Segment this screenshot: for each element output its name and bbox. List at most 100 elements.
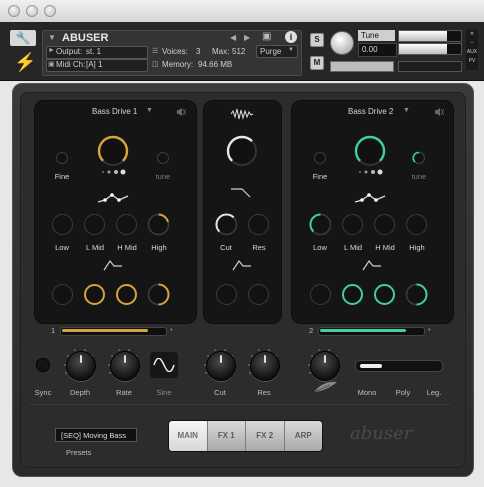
- presets-label: Presets: [66, 448, 92, 457]
- mono-label[interactable]: Mono: [358, 388, 377, 397]
- env-knob-2-left[interactable]: [84, 284, 105, 305]
- lmid-knob-left[interactable]: [84, 214, 105, 235]
- fine-knob-left[interactable]: [56, 152, 68, 164]
- tune-knob-left[interactable]: [157, 152, 169, 164]
- minimize-instrument-icon[interactable]: –: [466, 39, 478, 48]
- aux-button[interactable]: AUX: [466, 48, 478, 57]
- dots-indicator-icon-right: [359, 169, 383, 175]
- low-knob-left[interactable]: [52, 214, 73, 235]
- mute-speaker-icon[interactable]: [176, 107, 186, 117]
- res-label-panel: Res: [252, 243, 266, 252]
- poly-label[interactable]: Poly: [396, 388, 411, 397]
- max-label: Max:: [212, 47, 230, 56]
- rate-knob[interactable]: [110, 351, 140, 381]
- filter-main-knob[interactable]: [225, 134, 259, 168]
- close-window-button[interactable]: [8, 5, 20, 17]
- env-knob-2-right[interactable]: [342, 284, 363, 305]
- res-knob-panel[interactable]: [248, 214, 269, 235]
- lightning-icon: ⚡: [14, 52, 37, 72]
- max-value[interactable]: 512: [232, 47, 245, 56]
- high-knob-right[interactable]: [406, 214, 427, 235]
- tune-label: Tune: [358, 30, 395, 41]
- close-instrument-icon[interactable]: ✕: [466, 30, 478, 39]
- bass-drive-1-menu-arrow-icon[interactable]: ▼: [146, 107, 153, 114]
- collapse-arrow-icon[interactable]: ▼: [48, 33, 56, 42]
- lmid-knob-right[interactable]: [342, 214, 363, 235]
- mute-speaker-icon-right[interactable]: [434, 107, 444, 117]
- filter-env-knob-1[interactable]: [216, 284, 237, 305]
- low-label-right: Low: [313, 243, 327, 252]
- output-label: Output:: [56, 47, 83, 56]
- envelope-icon-left: [103, 259, 122, 271]
- slider-2-end-dot: •: [428, 325, 431, 334]
- tab-fx1[interactable]: FX 1: [207, 421, 246, 451]
- tab-arp[interactable]: ARP: [284, 421, 322, 451]
- wrench-icon[interactable]: 🔧: [10, 30, 36, 46]
- low-knob-right[interactable]: [309, 213, 332, 236]
- tune-value[interactable]: 0.00: [358, 43, 397, 57]
- minimize-window-button[interactable]: [26, 5, 38, 17]
- env-knob-3-left[interactable]: [116, 284, 137, 305]
- solo-button[interactable]: S: [310, 33, 324, 47]
- lowpass-curve-icon: [231, 188, 251, 198]
- cut-label: Cut: [214, 388, 226, 397]
- bass-drive-2-menu-arrow-icon[interactable]: ▼: [403, 107, 410, 114]
- purge-label: Purge: [260, 47, 282, 56]
- cut-knob[interactable]: [206, 351, 236, 381]
- divider: [30, 404, 450, 405]
- legato-label[interactable]: Leg.: [427, 388, 442, 397]
- feather-icon: [313, 381, 337, 393]
- voice-mode-slider[interactable]: [355, 360, 443, 372]
- bass-drive-2-main-knob[interactable]: [353, 134, 387, 168]
- instrument-name[interactable]: ABUSER: [62, 32, 108, 44]
- sine-wave-icon: [153, 358, 175, 372]
- env-knob-1-left[interactable]: [52, 284, 73, 305]
- midi-value: [A] 1: [86, 60, 103, 69]
- fine-knob-right[interactable]: [314, 152, 326, 164]
- depth-knob[interactable]: [66, 351, 96, 381]
- camera-icon[interactable]: ▣: [262, 31, 271, 42]
- bass-drive-1-title[interactable]: Bass Drive 1: [92, 107, 137, 116]
- drive-1-level-slider[interactable]: [60, 327, 167, 336]
- envelope-icon-right: [362, 259, 381, 271]
- drive-2-level-slider[interactable]: [318, 327, 425, 336]
- env-knob-1-right[interactable]: [310, 284, 331, 305]
- preset-selector[interactable]: [SEQ] Moving Bass: [55, 428, 137, 442]
- filter-env-knob-2[interactable]: [248, 284, 269, 305]
- voices-icon: ☰: [152, 48, 159, 55]
- tune-knob-right[interactable]: [412, 151, 426, 165]
- info-icon[interactable]: i: [285, 31, 297, 43]
- pan-slider[interactable]: [330, 61, 394, 72]
- dots-indicator-icon-left: [102, 169, 126, 175]
- next-instrument-icon[interactable]: ▶: [244, 33, 250, 42]
- volume-slider[interactable]: [398, 61, 462, 72]
- tune-knob[interactable]: [330, 31, 354, 55]
- window-titlebar: [0, 0, 484, 23]
- tab-main[interactable]: MAIN: [169, 421, 208, 451]
- high-knob-left[interactable]: [147, 213, 170, 236]
- env-knob-4-right[interactable]: [405, 283, 428, 306]
- lmid-label-left: L Mid: [85, 243, 105, 252]
- cut-knob-panel[interactable]: [215, 213, 238, 236]
- mute-button[interactable]: M: [310, 56, 324, 70]
- level-meter-right: [398, 43, 462, 55]
- res-label: Res: [257, 388, 271, 397]
- res-knob[interactable]: [250, 351, 280, 381]
- sync-button[interactable]: [35, 357, 51, 373]
- slider-1-number: 1: [51, 326, 56, 335]
- zoom-window-button[interactable]: [44, 5, 56, 17]
- tab-fx2[interactable]: FX 2: [246, 421, 285, 451]
- env-knob-3-right[interactable]: [374, 284, 395, 305]
- hmid-knob-right[interactable]: [374, 214, 395, 235]
- env-knob-4-left[interactable]: [147, 283, 170, 306]
- side-buttons: ✕ – AUX PV: [466, 30, 478, 70]
- hmid-knob-left[interactable]: [116, 214, 137, 235]
- bass-drive-2-title[interactable]: Bass Drive 2: [348, 107, 393, 116]
- midi-icon: ▣: [48, 61, 55, 68]
- glide-knob[interactable]: [310, 351, 340, 381]
- tune-label-right: tune: [411, 172, 427, 181]
- bass-drive-1-main-knob[interactable]: [96, 134, 130, 168]
- waveform-icon: [230, 108, 254, 120]
- prev-instrument-icon[interactable]: ◀: [230, 33, 236, 42]
- pv-button[interactable]: PV: [466, 57, 478, 66]
